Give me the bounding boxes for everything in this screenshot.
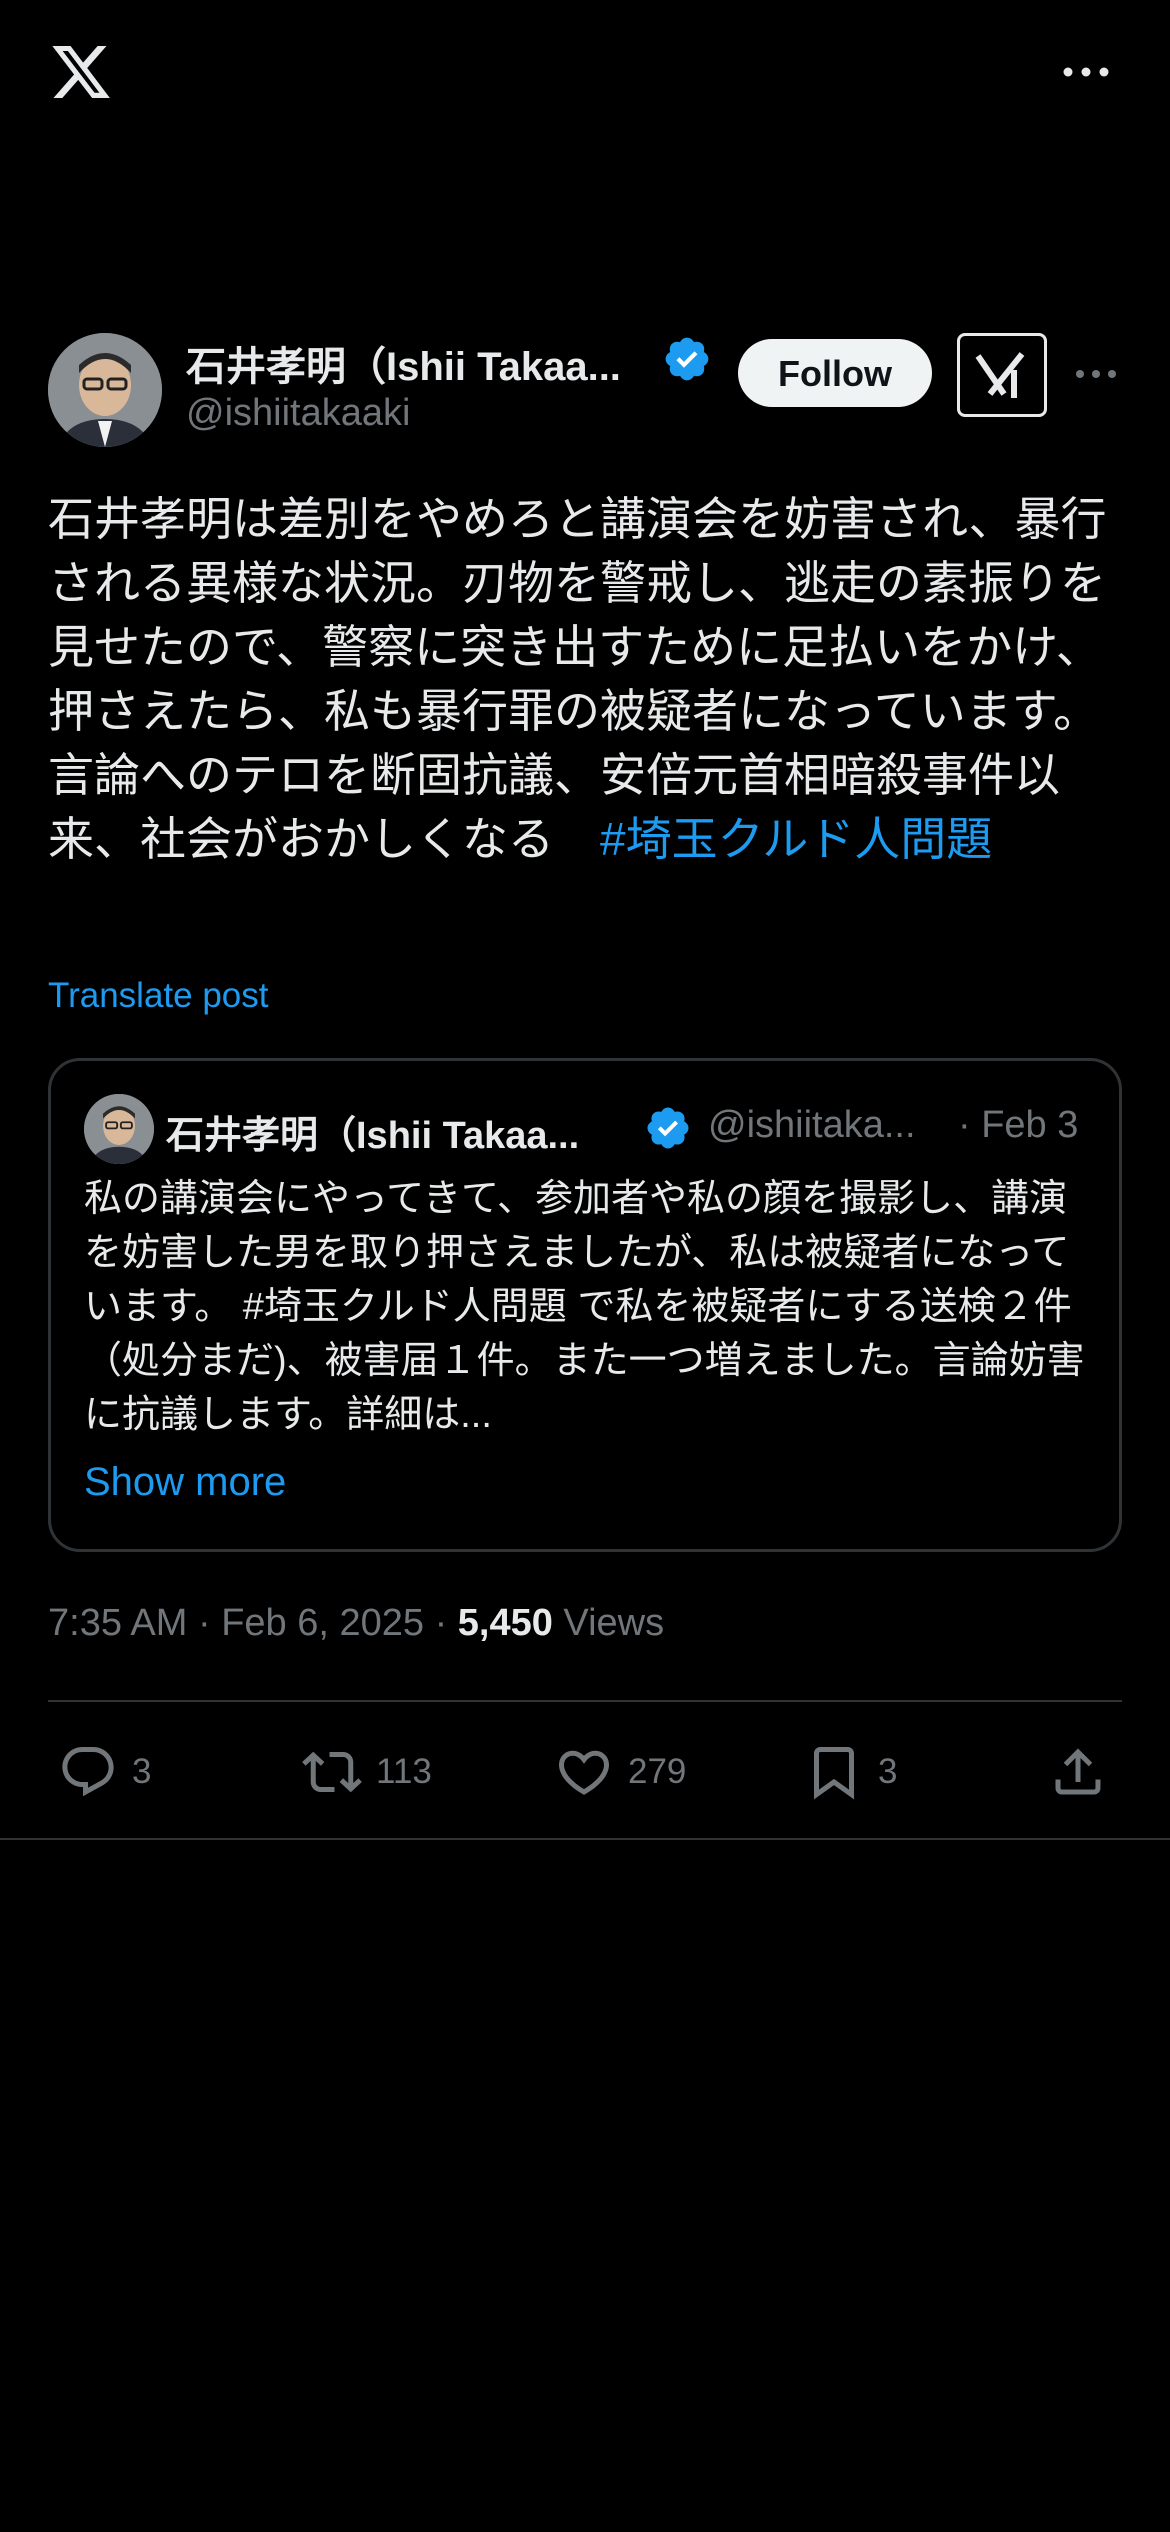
quoted-author-avatar bbox=[84, 1094, 154, 1164]
grok-button[interactable] bbox=[957, 333, 1047, 417]
quoted-post-date: · Feb 3 bbox=[958, 1104, 1079, 1146]
post-timestamp[interactable]: 7:35 AM · Feb 6, 2025 · bbox=[48, 1602, 458, 1644]
show-more-link[interactable]: Show more bbox=[84, 1460, 286, 1505]
reply-icon bbox=[62, 1747, 114, 1797]
author-name[interactable]: 石井孝明（Ishii Takaa... bbox=[186, 334, 621, 392]
like-count: 279 bbox=[628, 1752, 687, 1791]
quoted-post-text: 私の講演会にやってきて、参加者や私の顔を撮影し、講演を妨害した男を取り押さえまし… bbox=[84, 1172, 1094, 1442]
reply-button[interactable]: 3 bbox=[58, 1740, 151, 1804]
repost-count: 113 bbox=[376, 1752, 432, 1791]
divider bbox=[48, 1700, 1122, 1702]
repost-icon bbox=[302, 1751, 362, 1793]
post-text: 石井孝明は差別をやめろと講演会を妨害され、暴行される異様な状況。刃物を警戒し、逃… bbox=[48, 487, 1124, 871]
quoted-author-name: 石井孝明（Ishii Takaa... bbox=[166, 1115, 580, 1157]
bookmark-icon bbox=[814, 1747, 854, 1800]
more-options-icon[interactable] bbox=[1058, 52, 1114, 92]
repost-button[interactable]: 113 bbox=[302, 1740, 432, 1804]
x-logo-icon[interactable] bbox=[46, 40, 116, 104]
verified-badge-icon bbox=[647, 1107, 689, 1149]
share-button[interactable] bbox=[1048, 1740, 1108, 1804]
post-body: 石井孝明は差別をやめろと講演会を妨害され、暴行される異様な状況。刃物を警戒し、逃… bbox=[48, 493, 1107, 865]
like-button[interactable]: 279 bbox=[554, 1740, 686, 1804]
follow-button[interactable]: Follow bbox=[738, 339, 932, 407]
divider bbox=[0, 1838, 1170, 1840]
bookmark-count: 3 bbox=[878, 1752, 898, 1791]
post-hashtag[interactable]: #埼玉クルド人問題 bbox=[600, 813, 992, 865]
views-label: Views bbox=[552, 1602, 665, 1644]
heart-icon bbox=[558, 1750, 610, 1795]
share-icon bbox=[1055, 1748, 1101, 1795]
quoted-hashtag[interactable]: #埼玉クルド人問題 bbox=[243, 1286, 567, 1328]
reply-count: 3 bbox=[132, 1752, 152, 1791]
quoted-author-handle: @ishiitaka... bbox=[708, 1104, 916, 1146]
author-avatar[interactable] bbox=[48, 333, 162, 447]
verified-badge-icon bbox=[665, 337, 709, 381]
views-count: 5,450 bbox=[457, 1602, 553, 1644]
post-meta: 7:35 AM · Feb 6, 2025 · 5,450 Views bbox=[48, 1602, 664, 1645]
grok-icon bbox=[975, 352, 1025, 398]
author-handle[interactable]: @ishiitakaaki bbox=[186, 392, 410, 435]
translate-post-link[interactable]: Translate post bbox=[48, 976, 268, 1016]
post-more-icon[interactable] bbox=[1074, 362, 1118, 386]
bookmark-button[interactable]: 3 bbox=[804, 1740, 897, 1804]
